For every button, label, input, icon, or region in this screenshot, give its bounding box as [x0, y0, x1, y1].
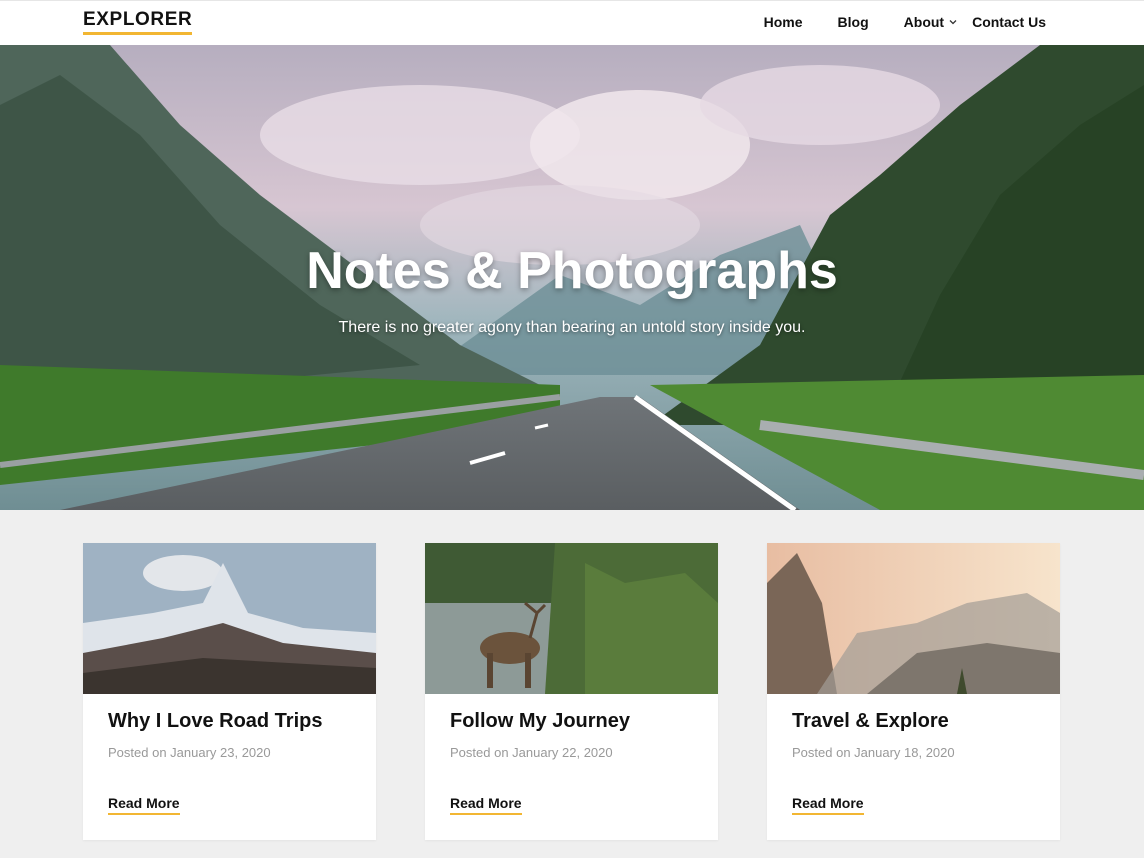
read-more-link[interactable]: Read More: [450, 795, 522, 815]
hero-subtitle: There is no greater agony than bearing a…: [338, 319, 806, 336]
site-logo[interactable]: EXPLORER: [83, 10, 193, 35]
hero-title: Notes & Photographs: [306, 242, 838, 300]
hero-banner: Notes & Photographs There is no greater …: [0, 45, 1144, 510]
post-card: Travel & Explore Posted on January 18, 2…: [767, 543, 1060, 840]
nav-home[interactable]: Home: [764, 14, 803, 30]
post-card: Why I Love Road Trips Posted on January …: [83, 543, 376, 840]
nav-about[interactable]: About: [904, 14, 957, 30]
post-thumbnail-valley[interactable]: [767, 543, 1060, 694]
post-date: Posted on January 22, 2020: [450, 745, 613, 760]
site-header: EXPLORER Home Blog About Contact Us: [0, 0, 1144, 45]
chevron-down-icon: [949, 20, 957, 25]
nav-blog[interactable]: Blog: [838, 14, 869, 30]
main-nav: Home Blog About Contact Us: [764, 14, 1046, 30]
nav-contact-label: Contact Us: [972, 14, 1046, 30]
post-title[interactable]: Follow My Journey: [450, 710, 630, 733]
post-title[interactable]: Travel & Explore: [792, 710, 949, 733]
read-more-link[interactable]: Read More: [108, 795, 180, 815]
post-date: Posted on January 18, 2020: [792, 745, 955, 760]
nav-blog-label: Blog: [837, 14, 869, 30]
post-date: Posted on January 23, 2020: [108, 745, 271, 760]
read-more-link[interactable]: Read More: [792, 795, 864, 815]
post-title[interactable]: Why I Love Road Trips: [108, 710, 322, 733]
post-card: Follow My Journey Posted on January 22, …: [425, 543, 718, 840]
nav-home-label: Home: [763, 14, 803, 30]
nav-about-label: About: [903, 14, 945, 30]
nav-contact[interactable]: Contact Us: [972, 14, 1046, 30]
post-thumbnail-deer[interactable]: [425, 543, 718, 694]
post-thumbnail-mountain[interactable]: [83, 543, 376, 694]
